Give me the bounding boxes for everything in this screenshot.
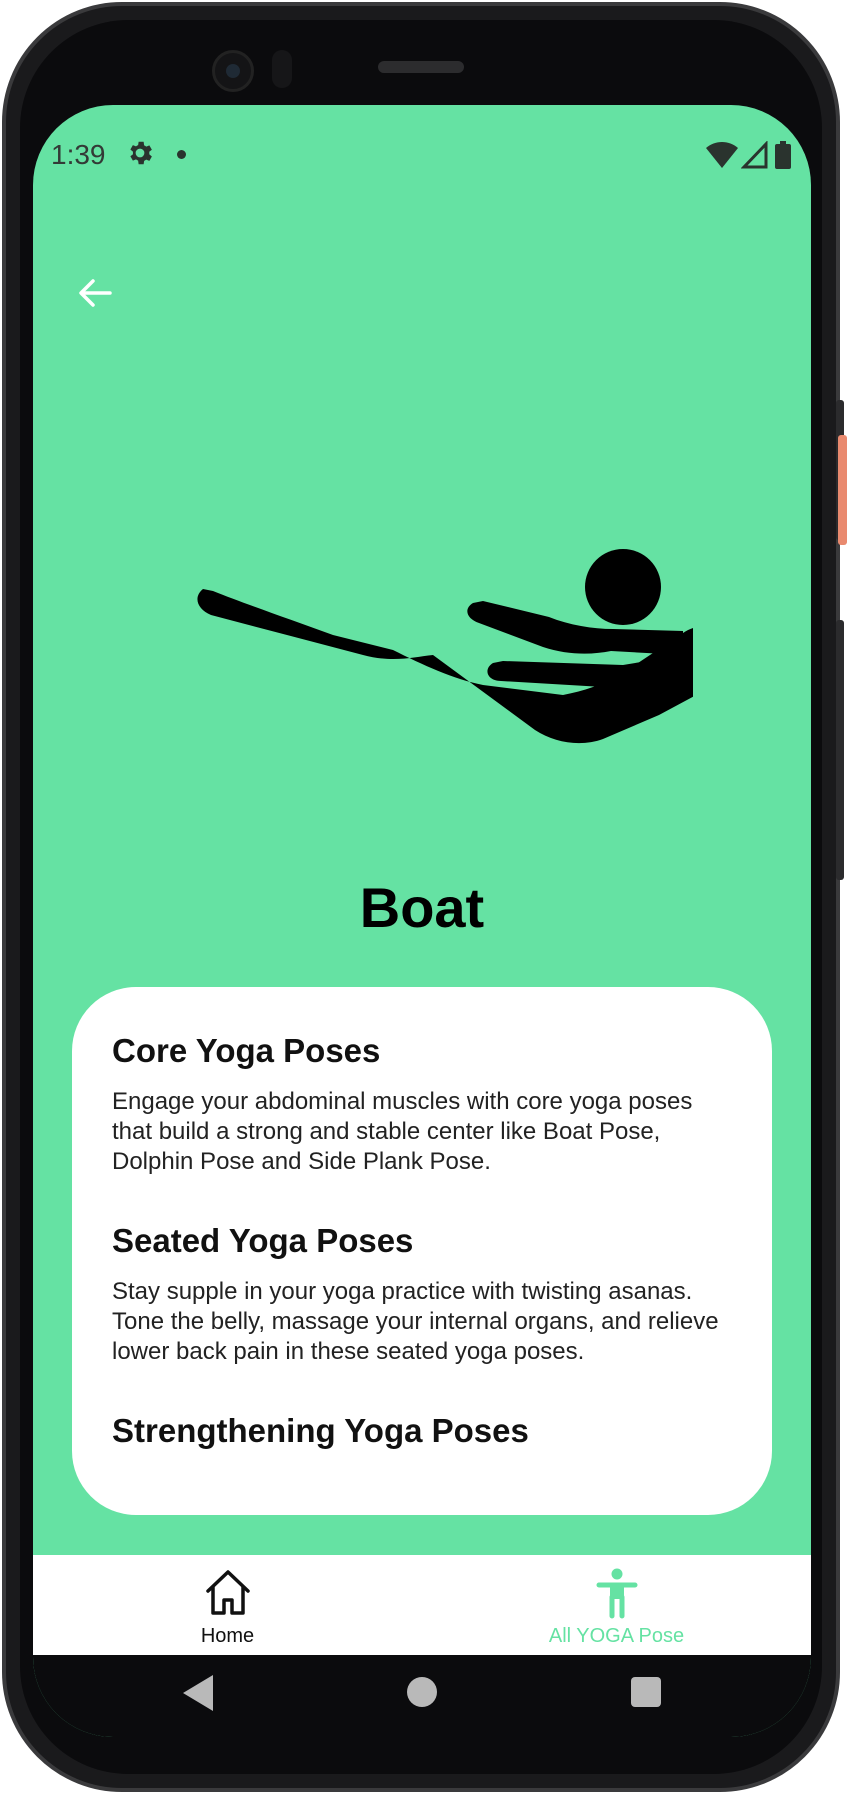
nav-label-home: Home — [200, 1625, 255, 1647]
system-home-icon[interactable] — [407, 1677, 437, 1707]
section-title: Seated Yoga Poses — [112, 1222, 414, 1259]
pose-info-card[interactable]: Core Yoga Poses Engage your abdominal mu… — [72, 987, 772, 1515]
nav-item-home[interactable]: Home — [33, 1555, 422, 1655]
system-recents-icon[interactable] — [631, 1677, 661, 1707]
gear-icon — [130, 141, 152, 165]
nav-item-all-yoga-pose[interactable]: All YOGA Pose — [422, 1555, 811, 1655]
wifi-icon — [706, 142, 738, 168]
arrow-left-icon — [79, 279, 112, 307]
status-bar: 1:39 — [33, 105, 811, 205]
back-button[interactable] — [67, 265, 123, 321]
app-screen: 1:39 Boat Core Yoga Poses Engage your ab… — [33, 105, 811, 1737]
section-title: Core Yoga Poses — [112, 1032, 381, 1069]
info-scroll-area[interactable]: Core Yoga Poses Engage your abdominal mu… — [112, 987, 738, 1475]
home-icon — [205, 1570, 250, 1615]
section-core: Core Yoga Poses Engage your abdominal mu… — [112, 1031, 738, 1177]
section-body: Engage your abdominal muscles with core … — [112, 1088, 693, 1175]
section-title: Strengthening Yoga Poses — [112, 1412, 529, 1449]
bottom-navigation: Home All YOGA Pose — [33, 1555, 811, 1655]
nav-label-all-yoga-pose: All YOGA Pose — [548, 1625, 685, 1647]
section-body: Stay supple in your yoga practice with t… — [112, 1278, 719, 1365]
battery-icon — [775, 141, 791, 169]
system-back-icon[interactable] — [179, 1673, 215, 1713]
proximity-sensor — [272, 50, 292, 88]
front-camera — [212, 50, 254, 92]
volume-button — [836, 620, 844, 880]
person-icon — [596, 1568, 637, 1619]
earpiece-speaker — [378, 61, 464, 73]
section-seated: Seated Yoga Poses Stay supple in your yo… — [112, 1221, 738, 1367]
power-button-accent — [838, 435, 847, 545]
notification-dot — [177, 150, 186, 159]
signal-icon — [741, 141, 768, 169]
status-time: 1:39 — [51, 139, 106, 170]
boat-pose-figure — [197, 549, 693, 744]
pose-title: Boat — [359, 876, 485, 939]
system-navigation-bar — [33, 1655, 811, 1737]
section-strengthening: Strengthening Yoga Poses — [112, 1411, 738, 1451]
